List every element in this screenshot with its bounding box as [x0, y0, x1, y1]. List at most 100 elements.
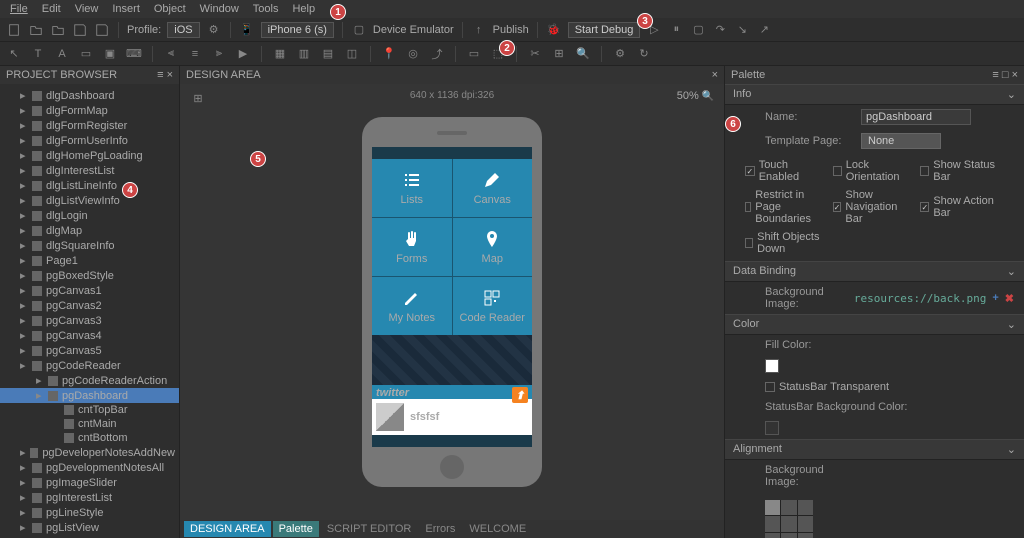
tree-item-dlgInterestList[interactable]: ▸dlgInterestList	[0, 163, 179, 178]
section-color[interactable]: Color	[733, 318, 759, 331]
tree-item-pgBoxedStyle[interactable]: ▸pgBoxedStyle	[0, 268, 179, 283]
check-restrict-in-page-boundaries[interactable]: Restrict in Page Boundaries	[745, 189, 829, 225]
tile-my-notes[interactable]: My Notes	[372, 277, 452, 335]
check-show-status-bar[interactable]: Show Status Bar	[920, 159, 1004, 183]
open-icon[interactable]	[28, 22, 44, 38]
alignl-icon[interactable]: ⫷	[163, 46, 179, 62]
stepover-icon[interactable]: ↷	[712, 22, 728, 38]
layout1-icon[interactable]: ▦	[272, 46, 288, 62]
project-tree[interactable]: ▸dlgDashboard▸dlgFormMap▸dlgFormRegister…	[0, 84, 179, 538]
menu-help[interactable]: Help	[286, 1, 321, 17]
fill-swatch[interactable]	[765, 359, 779, 373]
alignment-grid[interactable]	[765, 500, 813, 538]
tree-item-pgCodeReaderAction[interactable]: ▸pgCodeReaderAction	[0, 373, 179, 388]
check-touch-enabled[interactable]: Touch Enabled	[745, 159, 829, 183]
tree-item-dlgLogin[interactable]: ▸dlgLogin	[0, 208, 179, 223]
tree-item-cntBottom[interactable]: cntBottom	[0, 431, 179, 445]
section-align[interactable]: Alignment	[733, 443, 782, 456]
menu-window[interactable]: Window	[194, 1, 245, 17]
play-icon[interactable]: ▶	[235, 46, 251, 62]
menu-file[interactable]: File	[4, 1, 34, 17]
tree-item-dlgListViewInfo[interactable]: ▸dlgListViewInfo	[0, 193, 179, 208]
crop-icon[interactable]: ✂	[527, 46, 543, 62]
tree-item-dlgHomePgLoading[interactable]: ▸dlgHomePgLoading	[0, 148, 179, 163]
name-input[interactable]	[861, 109, 971, 125]
add-button[interactable]: +	[992, 292, 998, 304]
upload-button[interactable]: ⬆	[512, 387, 528, 403]
label-icon[interactable]: A	[54, 46, 70, 62]
check-show-action-bar[interactable]: Show Action Bar	[920, 189, 1004, 225]
save-icon[interactable]	[72, 22, 88, 38]
layout3-icon[interactable]: ▤	[320, 46, 336, 62]
pause-icon[interactable]: ⏸	[668, 22, 684, 38]
section-data[interactable]: Data Binding	[733, 265, 796, 278]
panel-controls[interactable]: ≡ ×	[157, 69, 173, 81]
design-area-close[interactable]: ×	[712, 69, 718, 81]
stop-icon[interactable]: ▢	[690, 22, 706, 38]
tile-code-reader[interactable]: Code Reader	[453, 277, 533, 335]
template-select[interactable]: None	[861, 133, 941, 149]
image-icon[interactable]: ▣	[102, 46, 118, 62]
input-icon[interactable]: ⌨	[126, 46, 142, 62]
folder-icon[interactable]	[50, 22, 66, 38]
check-show-navigation-bar[interactable]: Show Navigation Bar	[833, 189, 917, 225]
palette-controls[interactable]: ≡ □ ×	[992, 69, 1018, 81]
tree-item-pgDeveloperNotesAddNew[interactable]: ▸pgDeveloperNotesAddNew	[0, 445, 179, 460]
tree-item-dlgMap[interactable]: ▸dlgMap	[0, 223, 179, 238]
menu-edit[interactable]: Edit	[36, 1, 67, 17]
tree-item-pgImageSlider[interactable]: ▸pgImageSlider	[0, 475, 179, 490]
saveall-icon[interactable]	[94, 22, 110, 38]
statusbar-trans-check[interactable]	[765, 382, 775, 392]
cursor-icon[interactable]: ↖	[6, 46, 22, 62]
tree-item-dlgFormRegister[interactable]: ▸dlgFormRegister	[0, 118, 179, 133]
tree-item-pgCanvas1[interactable]: ▸pgCanvas1	[0, 283, 179, 298]
remove-button[interactable]: ✖	[1005, 292, 1014, 305]
phone-screen[interactable]: ListsCanvasFormsMapMy NotesCode Reader t…	[372, 147, 532, 447]
tree-item-dlgListLineInfo[interactable]: ▸dlgListLineInfo	[0, 178, 179, 193]
layout2-icon[interactable]: ▥	[296, 46, 312, 62]
tree-item-pgCanvas4[interactable]: ▸pgCanvas4	[0, 328, 179, 343]
canvas-zoom[interactable]: 50% 🔍	[677, 90, 714, 102]
alignr-icon[interactable]: ⫸	[211, 46, 227, 62]
text-icon[interactable]: T	[30, 46, 46, 62]
tree-item-pgInterestList[interactable]: ▸pgInterestList	[0, 490, 179, 505]
device-select[interactable]: iPhone 6 (s)	[261, 22, 334, 38]
tree-item-dlgSquareInfo[interactable]: ▸dlgSquareInfo	[0, 238, 179, 253]
design-canvas[interactable]: ⊞ 640 x 1136 dpi:326 50% 🔍 ListsCanvasFo…	[180, 84, 724, 520]
statusbar-swatch[interactable]	[765, 421, 779, 435]
collapse-icon[interactable]: ⌄	[1007, 318, 1016, 331]
tree-item-cntTopBar[interactable]: cntTopBar	[0, 403, 179, 417]
tab-script-editor[interactable]: SCRIPT EDITOR	[321, 521, 418, 537]
content-card[interactable]: sfsfsf	[372, 399, 532, 435]
menu-view[interactable]: View	[69, 1, 105, 17]
collapse-icon[interactable]: ⌄	[1007, 265, 1016, 278]
collapse-icon[interactable]: ⌄	[1007, 88, 1016, 101]
tree-item-pgCanvas5[interactable]: ▸pgCanvas5	[0, 343, 179, 358]
tree-item-pgListView[interactable]: ▸pgListView	[0, 520, 179, 535]
tree-item-pgCanvas2[interactable]: ▸pgCanvas2	[0, 298, 179, 313]
check-shift-objects-down[interactable]: Shift Objects Down	[745, 231, 829, 255]
debug-button[interactable]: Start Debug	[568, 22, 641, 38]
alignc-icon[interactable]: ≡	[187, 46, 203, 62]
button-icon[interactable]: ▭	[78, 46, 94, 62]
share-icon[interactable]: ⤴	[429, 46, 445, 62]
tree-item-Page1[interactable]: ▸Page1	[0, 253, 179, 268]
grid-icon[interactable]: ⊞	[551, 46, 567, 62]
gear-icon[interactable]: ⚙	[206, 22, 222, 38]
tile-map[interactable]: Map	[453, 218, 533, 276]
stepout-icon[interactable]: ↗	[756, 22, 772, 38]
tile-lists[interactable]: Lists	[372, 159, 452, 217]
emulator-button[interactable]: Device Emulator	[373, 24, 454, 36]
section-info[interactable]: Info	[733, 88, 751, 101]
settings-icon[interactable]: ⚙	[612, 46, 628, 62]
tree-item-pgDashboard[interactable]: ▸pgDashboard	[0, 388, 179, 403]
publish-button[interactable]: Publish	[493, 24, 529, 36]
tree-item-cntMain[interactable]: cntMain	[0, 417, 179, 431]
tree-item-pgDevelopmentNotesAll[interactable]: ▸pgDevelopmentNotesAll	[0, 460, 179, 475]
menu-insert[interactable]: Insert	[106, 1, 146, 17]
tree-item-dlgDashboard[interactable]: ▸dlgDashboard	[0, 88, 179, 103]
tree-item-pgLineStyle[interactable]: ▸pgLineStyle	[0, 505, 179, 520]
tab-errors[interactable]: Errors	[419, 521, 461, 537]
tile-forms[interactable]: Forms	[372, 218, 452, 276]
tab-palette[interactable]: Palette	[273, 521, 319, 537]
